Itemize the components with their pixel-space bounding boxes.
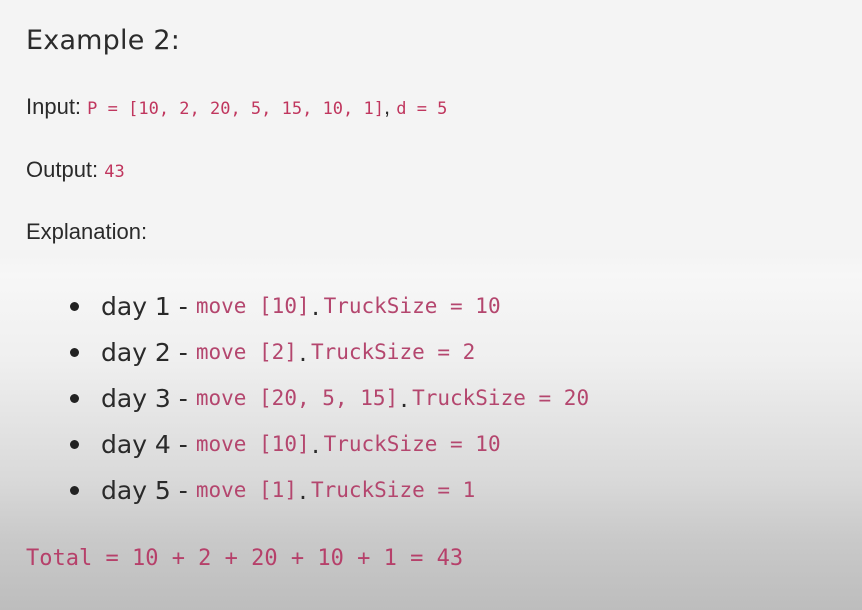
step-dot: . <box>311 429 320 459</box>
step-day: day 1 - <box>101 291 188 321</box>
step-move: move [10] <box>195 432 310 456</box>
input-label: Input: <box>26 94 82 119</box>
output-line: Output: 43 <box>26 157 125 183</box>
example-title: Example 2: <box>26 25 180 56</box>
bullet-icon <box>70 347 79 357</box>
list-item: day 5 - move [1]. TruckSize = 1 <box>66 467 589 513</box>
output-label: Output: <box>26 157 99 182</box>
step-move: move [2] <box>195 340 297 364</box>
bullet-icon <box>70 439 79 449</box>
step-dot: . <box>298 337 307 367</box>
step-dot: . <box>400 383 409 413</box>
step-trucksize: TruckSize = 20 <box>412 386 590 410</box>
input-d-code: d = 5 <box>396 99 448 119</box>
step-trucksize: TruckSize = 10 <box>323 294 501 318</box>
total-line: Total = 10 + 2 + 20 + 10 + 1 = 43 <box>26 546 464 571</box>
step-dot: . <box>311 291 320 321</box>
step-day: day 4 - <box>101 429 188 459</box>
bullet-icon <box>70 393 79 403</box>
list-item: day 1 - move [10]. TruckSize = 10 <box>66 283 589 329</box>
step-move: move [10] <box>195 294 310 318</box>
explanation-heading: Explanation: <box>26 219 147 245</box>
input-separator: , <box>383 94 391 119</box>
steps-list: day 1 - move [10]. TruckSize = 10 day 2 -… <box>66 283 589 513</box>
list-item: day 4 - move [10]. TruckSize = 10 <box>66 421 589 467</box>
step-day: day 2 - <box>101 337 188 367</box>
step-move: move [20, 5, 15] <box>195 386 399 410</box>
step-dot: . <box>298 475 307 505</box>
input-p-code: P = [10, 2, 20, 5, 15, 10, 1] <box>87 99 384 119</box>
step-move: move [1] <box>195 478 297 502</box>
step-day: day 3 - <box>101 383 188 413</box>
step-trucksize: TruckSize = 10 <box>323 432 501 456</box>
output-value: 43 <box>104 162 125 182</box>
step-day: day 5 - <box>101 475 188 505</box>
bullet-icon <box>70 301 79 311</box>
list-item: day 3 - move [20, 5, 15]. TruckSize = 20 <box>66 375 589 421</box>
bullet-icon <box>70 485 79 495</box>
explanation-label: Explanation: <box>26 219 148 244</box>
input-line: Input: P = [10, 2, 20, 5, 15, 10, 1], d … <box>26 94 447 120</box>
list-item: day 2 - move [2]. TruckSize = 2 <box>66 329 589 375</box>
step-trucksize: TruckSize = 1 <box>310 478 476 502</box>
step-trucksize: TruckSize = 2 <box>310 340 476 364</box>
